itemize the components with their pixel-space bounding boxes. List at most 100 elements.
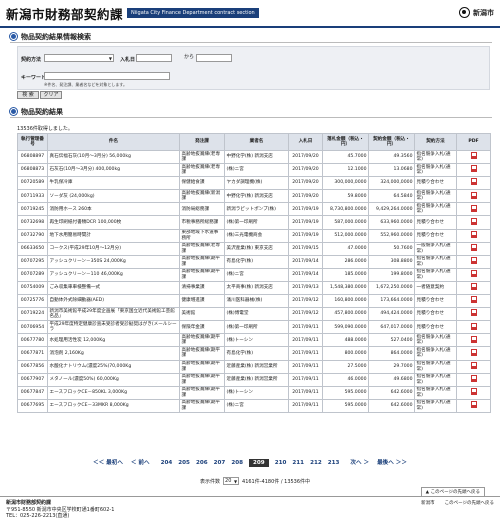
item-name-cell[interactable]: 平成29年度特定健康診査未受診者受診勧奨はがき(メールシーラ [47, 320, 180, 335]
pdf-icon[interactable] [470, 191, 477, 199]
page-number-link[interactable]: 208 [231, 460, 243, 466]
page-number-link[interactable]: 210 [275, 460, 287, 466]
page-number-link[interactable]: 206 [196, 460, 208, 466]
contract-method-cell: 指名競争入札(通常) [414, 267, 457, 282]
contract-method-cell: 見積り合わせ [414, 176, 457, 191]
item-name-cell[interactable]: 水処理用活性炭 12,000Kg [47, 333, 180, 348]
pdf-icon[interactable] [470, 270, 477, 278]
page-prev-link[interactable]: ＜ 前へ [131, 458, 150, 466]
results-heading: 物品契約結果 [10, 106, 492, 118]
bid-amount-cell: 587,000.0000 [322, 215, 369, 230]
clear-button[interactable]: クリア [40, 91, 62, 99]
manage-number-cell: 00732790 [17, 228, 48, 243]
department-cell: 高齢地抜賞練(期平課 [179, 267, 225, 282]
date-to-input[interactable] [196, 54, 232, 62]
pdf-icon[interactable] [470, 230, 477, 238]
pdf-cell [456, 241, 491, 256]
item-name-cell[interactable]: エースフロックCE－33MKR 8,000Kg [47, 398, 180, 413]
contract-method-cell: 指名競争入札(通常) [414, 163, 457, 178]
city-logo[interactable]: 新潟市 [459, 7, 494, 18]
page-number-link[interactable]: 211 [292, 460, 304, 466]
bid-date-cell: 2017/09/11 [288, 372, 323, 387]
pdf-cell [456, 372, 491, 387]
pdf-icon[interactable] [470, 152, 477, 160]
item-name-cell[interactable]: アッシュクリーン－350S 24,000Kg [47, 254, 180, 269]
page-number-link[interactable]: 212 [310, 460, 322, 466]
method-select[interactable] [44, 54, 114, 62]
pdf-icon[interactable] [470, 335, 477, 343]
bid-date-cell: 2017/09/20 [288, 149, 323, 165]
item-name-cell[interactable]: 地下水用簡易時間計 [47, 228, 180, 243]
pdf-cell [456, 333, 491, 348]
page-number-link[interactable]: 204 [161, 460, 173, 466]
pdf-icon[interactable] [470, 217, 477, 225]
pdf-icon[interactable] [470, 361, 477, 369]
item-name-cell[interactable]: メタノール(濃度50%) 60,000Kg [47, 372, 180, 387]
item-name-cell[interactable]: 真石伝福石灰(10月～3月分) 56,000kg [47, 149, 180, 165]
pdf-icon[interactable] [470, 178, 477, 186]
footer-link-top[interactable]: このページの先頭へ戻る [445, 500, 494, 506]
table-row: 00677780 水処理用活性炭 12,000Kg 高齢地抜賞練(期平課 (株)トーシ… [17, 333, 491, 348]
bid-date-cell: 2017/09/13 [288, 280, 323, 296]
item-name-cell[interactable]: ごみ収集車車検整備一式 [47, 280, 180, 296]
pdf-icon[interactable] [470, 283, 477, 291]
item-name-cell[interactable]: コークス(平成29年10月～12月分) [47, 241, 180, 256]
date-label: 入札日 [120, 57, 136, 63]
page-first-link[interactable]: ＜＜ 最初へ [93, 458, 123, 466]
department-cell: 高齢地抜賞練(期平課 [179, 346, 225, 361]
item-name-cell[interactable]: 消泡剤 2,160Kg [47, 346, 180, 361]
item-name-cell[interactable]: 消防用ホース 260本 [47, 202, 180, 217]
page-number-link[interactable]: 213 [328, 460, 340, 466]
page-number-link[interactable]: 205 [178, 460, 190, 466]
contract-method-cell: 指名競争入札(通常) [414, 359, 457, 374]
item-name-cell[interactable]: アッシュクリーン－110 46,000Kg [47, 267, 180, 282]
pdf-icon[interactable] [470, 348, 477, 356]
site-title[interactable]: 新潟市財務部契約課 [6, 4, 123, 23]
bid-amount-cell: 45.7000 [322, 149, 369, 165]
manage-number-cell: 00707295 [17, 254, 48, 269]
keyword-input[interactable] [44, 72, 170, 80]
pdf-icon[interactable] [470, 374, 477, 382]
pdf-cell [456, 176, 491, 191]
contract-method-cell: 指名競争入札(通常) [414, 254, 457, 269]
pdf-icon[interactable] [470, 322, 477, 330]
pdf-icon[interactable] [470, 243, 477, 251]
page-number-link[interactable]: 207 [214, 460, 226, 466]
table-row: 00677907 メタノール(濃度50%) 60,000Kg 高齢地抜賞練(期平課近… [17, 372, 491, 387]
contract-amount-cell: 173,664.0000 [368, 294, 415, 309]
page-last-link[interactable]: 最後へ ＞＞ [377, 458, 407, 466]
page-number-link[interactable]: 209 [249, 459, 269, 467]
item-name-cell[interactable]: ソーダ灰 (24,000kg) [47, 189, 180, 204]
pdf-icon[interactable] [470, 165, 477, 173]
manage-number-cell: 00677847 [17, 385, 48, 400]
department-cell: 健康増進課 [179, 294, 225, 309]
pdf-icon[interactable] [470, 401, 477, 409]
per-page-select[interactable]: 20 [223, 477, 240, 485]
date-from-input[interactable] [136, 54, 172, 62]
item-name-cell[interactable]: 自動体外式除細動器(AED) [47, 294, 180, 309]
manage-number-cell: 00711933 [17, 189, 48, 204]
item-name-cell[interactable]: 新潟市美術館平成29年度企画展「東京国立近代美術館工芸館名品」 [47, 307, 180, 322]
table-row: 00706954 平成29年度特定健康診査未受診者受診勧奨はがき(メールシーラ 保険… [17, 320, 491, 335]
pdf-icon[interactable] [470, 204, 477, 212]
contract-method-cell: 指名競争入札(通常) [414, 346, 457, 361]
method-label: 契約方法 [21, 57, 42, 63]
bid-date-cell: 2017/09/20 [288, 163, 323, 178]
pdf-icon[interactable] [470, 387, 477, 395]
pdf-cell [456, 267, 491, 282]
footer-link-city[interactable]: 新潟市 [421, 500, 435, 506]
result-count: 13536件取得しました。 [17, 126, 73, 132]
item-name-cell[interactable]: 石灰石(10月～3月分) 400,000kg [47, 163, 180, 178]
item-name-cell[interactable]: 再生印刷紙付書類DCR 100,000枚 [47, 215, 180, 230]
item-name-cell[interactable]: 牛乳保冷庫 [47, 176, 180, 191]
page-next-link[interactable]: 次へ ＞ [350, 458, 369, 466]
pdf-icon[interactable] [470, 309, 477, 317]
contract-method-cell: 見積り合わせ [414, 294, 457, 309]
item-name-cell[interactable]: エースフロックCE－850KL 3,000Kg [47, 385, 180, 400]
search-button[interactable]: 検 索 [17, 91, 39, 99]
pdf-cell [456, 346, 491, 361]
pdf-icon[interactable] [470, 257, 477, 265]
department-cell: 市税事務所総務課 [179, 215, 225, 230]
pdf-icon[interactable] [470, 296, 477, 304]
item-name-cell[interactable]: 水酸化ナトリウム(濃度25%)70,000Kg [47, 359, 180, 374]
